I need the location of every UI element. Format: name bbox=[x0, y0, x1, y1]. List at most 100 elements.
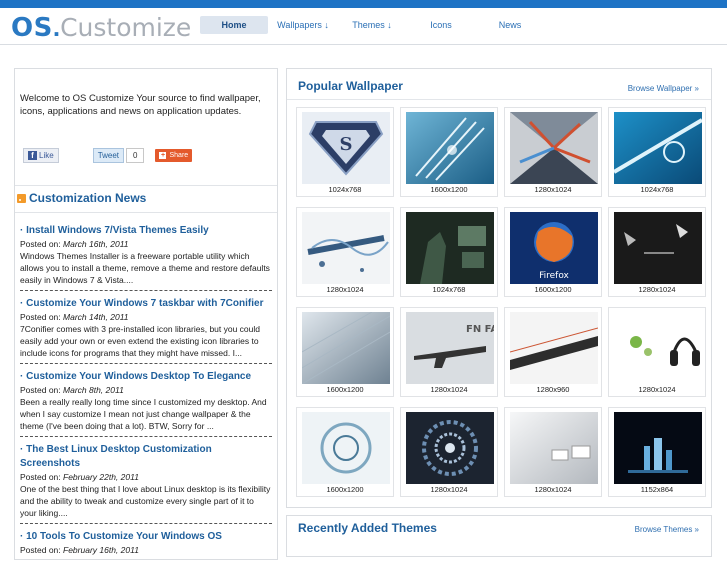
wallpaper-card[interactable]: 1024x768 bbox=[400, 207, 498, 297]
wallpaper-thumbnail[interactable] bbox=[406, 112, 494, 184]
news-heading: Customization News bbox=[17, 191, 146, 205]
wallpaper-card[interactable]: 1280x1024 bbox=[400, 407, 498, 497]
resolution-label: 1280x1024 bbox=[534, 185, 572, 194]
wallpaper-card[interactable]: 1152x864 bbox=[608, 407, 706, 497]
wallpaper-thumbnail[interactable] bbox=[614, 212, 702, 284]
wallpaper-thumbnail[interactable] bbox=[614, 412, 702, 484]
facebook-icon: f bbox=[28, 150, 37, 160]
wallpaper-card[interactable]: FN FAL 1280x1024 bbox=[400, 307, 498, 397]
date-value: March 8th, 2011 bbox=[63, 385, 124, 395]
posted-prefix: Posted on: bbox=[20, 239, 64, 249]
date-value: March 14th, 2011 bbox=[63, 312, 129, 322]
news-summary: Windows Themes Installer is a freeware p… bbox=[20, 251, 270, 285]
like-label: Like bbox=[39, 150, 54, 160]
tweet-label: Tweet bbox=[97, 150, 120, 160]
wallpaper-card[interactable]: 1600x1200 bbox=[296, 307, 394, 397]
news-heading-text: Customization News bbox=[29, 191, 147, 205]
wallpaper-thumbnail[interactable] bbox=[510, 312, 598, 384]
nav-themes[interactable]: Themes ↓ bbox=[338, 16, 406, 34]
news-date: Posted on: February 22th, 2011 bbox=[20, 471, 272, 483]
news-title-link[interactable]: · The Best Linux Desktop Customization S… bbox=[20, 443, 272, 471]
resolution-label: 1280x960 bbox=[536, 385, 570, 394]
fnfal-thumb-text: FN FAL bbox=[466, 324, 494, 335]
resolution-label: 1280x1024 bbox=[326, 285, 364, 294]
news-summary: Been a really really long time since I c… bbox=[20, 397, 267, 431]
wallpaper-card[interactable]: 1280x960 bbox=[504, 307, 602, 397]
svg-text:S: S bbox=[340, 134, 353, 155]
header-divider bbox=[0, 44, 727, 45]
wallpaper-thumbnail[interactable]: S bbox=[302, 112, 390, 184]
welcome-text: Welcome to OS Customize Your source to f… bbox=[20, 93, 261, 117]
logo-os: OS bbox=[11, 13, 53, 43]
date-value: February 16th, 2011 bbox=[63, 545, 139, 555]
news-item: · Customize Your Windows Desktop To Eleg… bbox=[20, 370, 272, 437]
wallpaper-card[interactable]: 1024x768 bbox=[608, 107, 706, 197]
wallpaper-card[interactable]: 1280x1024 bbox=[608, 307, 706, 397]
wallpaper-card[interactable]: 1280x1024 bbox=[296, 207, 394, 297]
news-date: Posted on: March 8th, 2011 bbox=[20, 384, 272, 396]
tweet-count: 0 bbox=[126, 147, 145, 163]
wallpaper-card[interactable]: Firefox 1600x1200 bbox=[504, 207, 602, 297]
news-title-link[interactable]: · Install Windows 7/Vista Themes Easily bbox=[20, 224, 272, 238]
posted-prefix: Posted on: bbox=[20, 545, 64, 555]
logo-customize: Customize bbox=[60, 13, 192, 42]
rss-icon[interactable] bbox=[17, 193, 26, 203]
wallpaper-thumbnail[interactable] bbox=[406, 212, 494, 284]
wallpaper-card[interactable]: 1600x1200 bbox=[400, 107, 498, 197]
share-button[interactable]: + Share bbox=[155, 148, 193, 162]
date-value: February 22th, 2011 bbox=[63, 472, 139, 482]
wallpaper-card[interactable]: 1600x1200 bbox=[296, 407, 394, 497]
resolution-label: 1280x1024 bbox=[638, 285, 676, 294]
nav-home[interactable]: Home bbox=[200, 16, 268, 34]
news-item: · The Best Linux Desktop Customization S… bbox=[20, 443, 272, 524]
wallpaper-thumbnail[interactable] bbox=[302, 312, 390, 384]
resolution-label: 1600x1200 bbox=[326, 485, 364, 494]
wallpaper-thumbnail[interactable] bbox=[302, 212, 390, 284]
news-title-link[interactable]: · Customize Your Windows Desktop To Eleg… bbox=[20, 370, 272, 384]
resolution-label: 1024x768 bbox=[432, 285, 466, 294]
logo-dot: . bbox=[52, 12, 61, 42]
browse-themes-link[interactable]: Browse Themes » bbox=[635, 525, 699, 534]
wallpaper-thumbnail[interactable]: Firefox bbox=[510, 212, 598, 284]
browse-wallpaper-link[interactable]: Browse Wallpaper » bbox=[628, 84, 699, 93]
recent-themes-title: Recently Added Themes bbox=[298, 521, 437, 535]
wallpaper-card[interactable]: S 1024x768 bbox=[296, 107, 394, 197]
wallpaper-thumbnail[interactable] bbox=[614, 112, 702, 184]
news-date: Posted on: March 16th, 2011 bbox=[20, 238, 272, 250]
resolution-label: 1600x1200 bbox=[430, 185, 468, 194]
wallpaper-card[interactable]: 1280x1024 bbox=[608, 207, 706, 297]
facebook-like-button[interactable]: f Like bbox=[23, 147, 59, 163]
wallpaper-thumbnail[interactable] bbox=[510, 112, 598, 184]
resolution-label: 1280x1024 bbox=[430, 385, 468, 394]
wallpaper-thumbnail[interactable] bbox=[406, 412, 494, 484]
resolution-label: 1600x1200 bbox=[534, 285, 572, 294]
resolution-label: 1280x1024 bbox=[430, 485, 468, 494]
site-logo[interactable]: OS. Customize bbox=[11, 12, 192, 43]
nav-news[interactable]: News bbox=[476, 16, 544, 34]
wallpaper-thumbnail[interactable] bbox=[614, 312, 702, 384]
news-summary: One of the best thing that I love about … bbox=[20, 484, 271, 518]
panel-header: Popular Wallpaper Browse Wallpaper » bbox=[287, 69, 711, 100]
posted-prefix: Posted on: bbox=[20, 312, 64, 322]
resolution-label: 1600x1200 bbox=[326, 385, 364, 394]
wallpaper-thumbnail[interactable] bbox=[510, 412, 598, 484]
news-list: · Install Windows 7/Vista Themes Easily … bbox=[20, 224, 272, 566]
resolution-label: 1152x864 bbox=[640, 485, 674, 494]
nav-wallpapers[interactable]: Wallpapers ↓ bbox=[269, 16, 337, 34]
wallpaper-thumbnail[interactable] bbox=[302, 412, 390, 484]
wallpaper-card[interactable]: 1280x1024 bbox=[504, 407, 602, 497]
sidebar-divider-2 bbox=[15, 212, 277, 213]
news-title-link[interactable]: · 10 Tools To Customize Your Windows OS bbox=[20, 530, 272, 544]
news-title-link[interactable]: · Customize Your Windows 7 taskbar with … bbox=[20, 297, 272, 311]
news-item: · 10 Tools To Customize Your Windows OS … bbox=[20, 530, 272, 560]
tweet-button[interactable]: Tweet bbox=[92, 147, 125, 163]
news-date: Posted on: March 14th, 2011 bbox=[20, 311, 272, 323]
posted-prefix: Posted on: bbox=[20, 385, 64, 395]
news-item: · Customize Your Windows 7 taskbar with … bbox=[20, 297, 272, 364]
wallpaper-card[interactable]: 1280x1024 bbox=[504, 107, 602, 197]
news-item: · Install Windows 7/Vista Themes Easily … bbox=[20, 224, 272, 291]
nav-icons[interactable]: Icons bbox=[407, 16, 475, 34]
popular-wallpaper-panel: Popular Wallpaper Browse Wallpaper » S 1… bbox=[286, 68, 712, 508]
sidebar: Welcome to OS Customize Your source to f… bbox=[14, 68, 278, 560]
wallpaper-thumbnail[interactable]: FN FAL bbox=[406, 312, 494, 384]
